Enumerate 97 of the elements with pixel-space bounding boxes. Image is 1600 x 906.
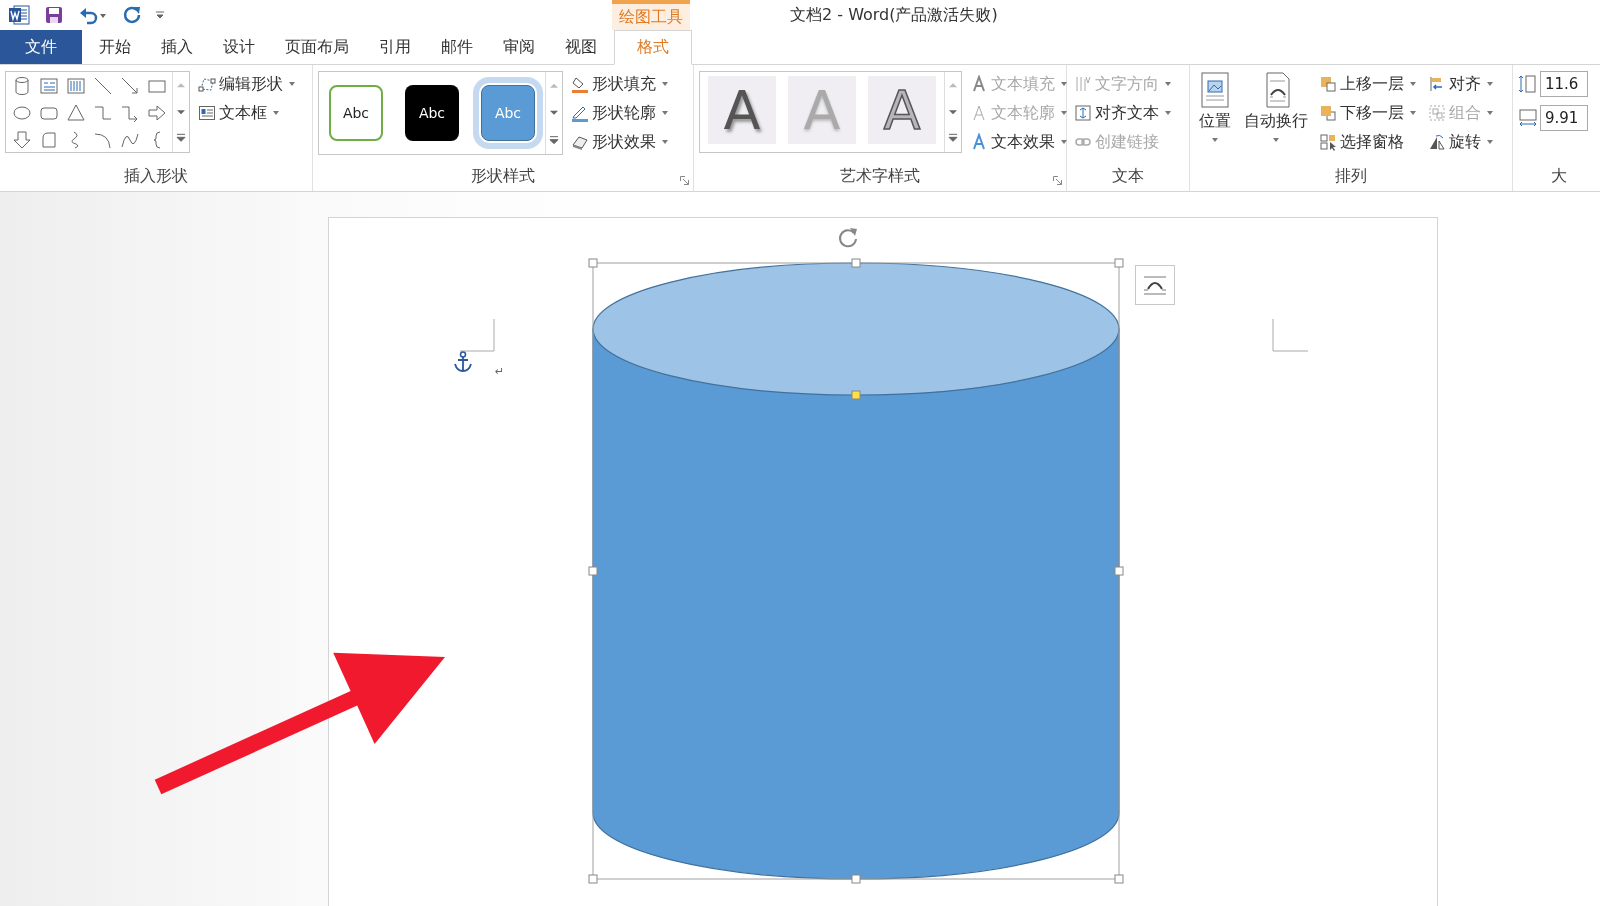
caret-icon (1061, 82, 1067, 86)
resize-handle[interactable] (1114, 258, 1124, 268)
paragraph-mark: ↵ (495, 365, 505, 378)
caret-icon (1061, 111, 1067, 115)
caret-icon (662, 140, 668, 144)
shape-icon[interactable] (92, 75, 113, 96)
resize-handle[interactable] (1114, 874, 1124, 884)
command-button[interactable]: 对齐文本 (1072, 100, 1173, 126)
group-label: 文本 (1112, 165, 1144, 187)
shape-icon[interactable] (146, 102, 167, 123)
word-logo-icon[interactable] (8, 4, 30, 26)
style-preset[interactable]: Abc (329, 85, 383, 141)
caret-icon (1061, 140, 1067, 144)
caret-icon (1212, 138, 1218, 142)
command-button[interactable]: 自动换行 (1241, 71, 1311, 142)
height-icon (1518, 73, 1538, 95)
command-button[interactable]: 形状轮廓 (569, 100, 670, 126)
ribbon-tab[interactable]: 视图 (550, 30, 612, 64)
resize-handle[interactable] (588, 258, 598, 268)
size-field[interactable]: 11.6 (1540, 71, 1588, 97)
resize-handle[interactable] (851, 258, 861, 268)
rotate-handle-icon[interactable] (836, 225, 860, 249)
rotate-icon (1428, 133, 1446, 151)
text-effect-icon (970, 133, 988, 151)
customize-caret-icon[interactable] (156, 11, 164, 19)
resize-handle[interactable] (851, 874, 861, 884)
group-label: 形状样式 (471, 165, 535, 187)
caret-icon (1410, 111, 1416, 115)
shape-icon[interactable] (119, 75, 140, 96)
text-fill-icon (970, 75, 988, 93)
caret-icon (1273, 138, 1279, 142)
wordart-preset[interactable]: A (708, 76, 776, 144)
group-label: 插入形状 (124, 165, 188, 187)
resize-handle[interactable] (1114, 566, 1124, 576)
shape-icon[interactable] (65, 102, 86, 123)
group-label: 艺术字样式 (840, 165, 920, 187)
size-field[interactable]: 9.91 (1540, 105, 1588, 131)
resize-handle[interactable] (588, 566, 598, 576)
caret-icon (662, 82, 668, 86)
bring-forward-icon (1319, 75, 1337, 93)
cylinder-shape[interactable] (592, 262, 1120, 880)
save-icon[interactable] (44, 5, 64, 25)
crop-mark-icon (460, 319, 496, 353)
group-label: 排列 (1335, 165, 1367, 187)
caret-icon (662, 111, 668, 115)
caret-icon (1165, 82, 1171, 86)
command-button[interactable]: 选择窗格 (1317, 129, 1418, 155)
command-button[interactable]: 形状填充 (569, 71, 670, 97)
anchor-icon[interactable] (453, 351, 473, 373)
command-button[interactable]: 旋转 (1426, 129, 1495, 155)
caret-icon (1410, 82, 1416, 86)
command-button[interactable]: 对齐 (1426, 71, 1495, 97)
group-icon (1428, 104, 1446, 122)
group-label: 大 (1551, 165, 1567, 187)
ribbon-tab[interactable]: 文件 (0, 30, 82, 64)
resize-handle[interactable] (588, 874, 598, 884)
crop-mark-icon (1272, 319, 1308, 353)
ribbon-tab[interactable]: 页面布局 (270, 30, 364, 64)
ribbon-tab[interactable]: 设计 (208, 30, 270, 64)
command-button[interactable]: 编辑形状 (196, 71, 297, 97)
align-text-icon (1074, 104, 1092, 122)
dialog-launcher-icon[interactable] (680, 176, 689, 185)
text-direction-icon (1074, 75, 1092, 93)
ribbon-tab[interactable]: 邮件 (426, 30, 488, 64)
window-title: 文档2 - Word(产品激活失败) (790, 4, 998, 26)
send-backward-icon (1319, 104, 1337, 122)
eraser-icon (571, 133, 589, 151)
width-icon (1518, 107, 1538, 129)
caret-icon (1487, 140, 1493, 144)
ribbon-tab[interactable]: 插入 (146, 30, 208, 64)
pencil-icon (571, 104, 589, 122)
command-button[interactable]: 下移一层 (1317, 100, 1418, 126)
command-button[interactable]: 文本效果 (968, 129, 1069, 155)
shape-icon[interactable] (11, 129, 32, 150)
context-tab-label: 绘图工具 (612, 0, 690, 30)
caret-icon (1487, 82, 1493, 86)
undo-icon[interactable] (78, 5, 108, 25)
style-preset[interactable]: Abc (405, 85, 459, 141)
position-icon (1198, 71, 1232, 109)
adjust-handle[interactable] (851, 390, 861, 400)
command-button[interactable]: 形状效果 (569, 129, 670, 155)
ribbon-tab[interactable]: 引用 (364, 30, 426, 64)
ribbon-tab[interactable]: 审阅 (488, 30, 550, 64)
text-box-icon (198, 104, 216, 122)
command-button[interactable]: 文本框 (196, 100, 297, 126)
caret-icon (1165, 111, 1171, 115)
caret-icon (289, 82, 295, 86)
caret-icon (1487, 111, 1493, 115)
command-button[interactable]: 上移一层 (1317, 71, 1418, 97)
shape-edit-icon (198, 75, 216, 93)
layout-options-icon[interactable] (1135, 265, 1175, 305)
redo-icon[interactable] (122, 5, 142, 25)
dialog-launcher-icon[interactable] (1053, 176, 1062, 185)
caret-icon (273, 111, 279, 115)
command-button[interactable]: 位置 (1195, 71, 1235, 142)
selection-pane-icon (1319, 133, 1337, 151)
ribbon-tab[interactable]: 开始 (84, 30, 146, 64)
